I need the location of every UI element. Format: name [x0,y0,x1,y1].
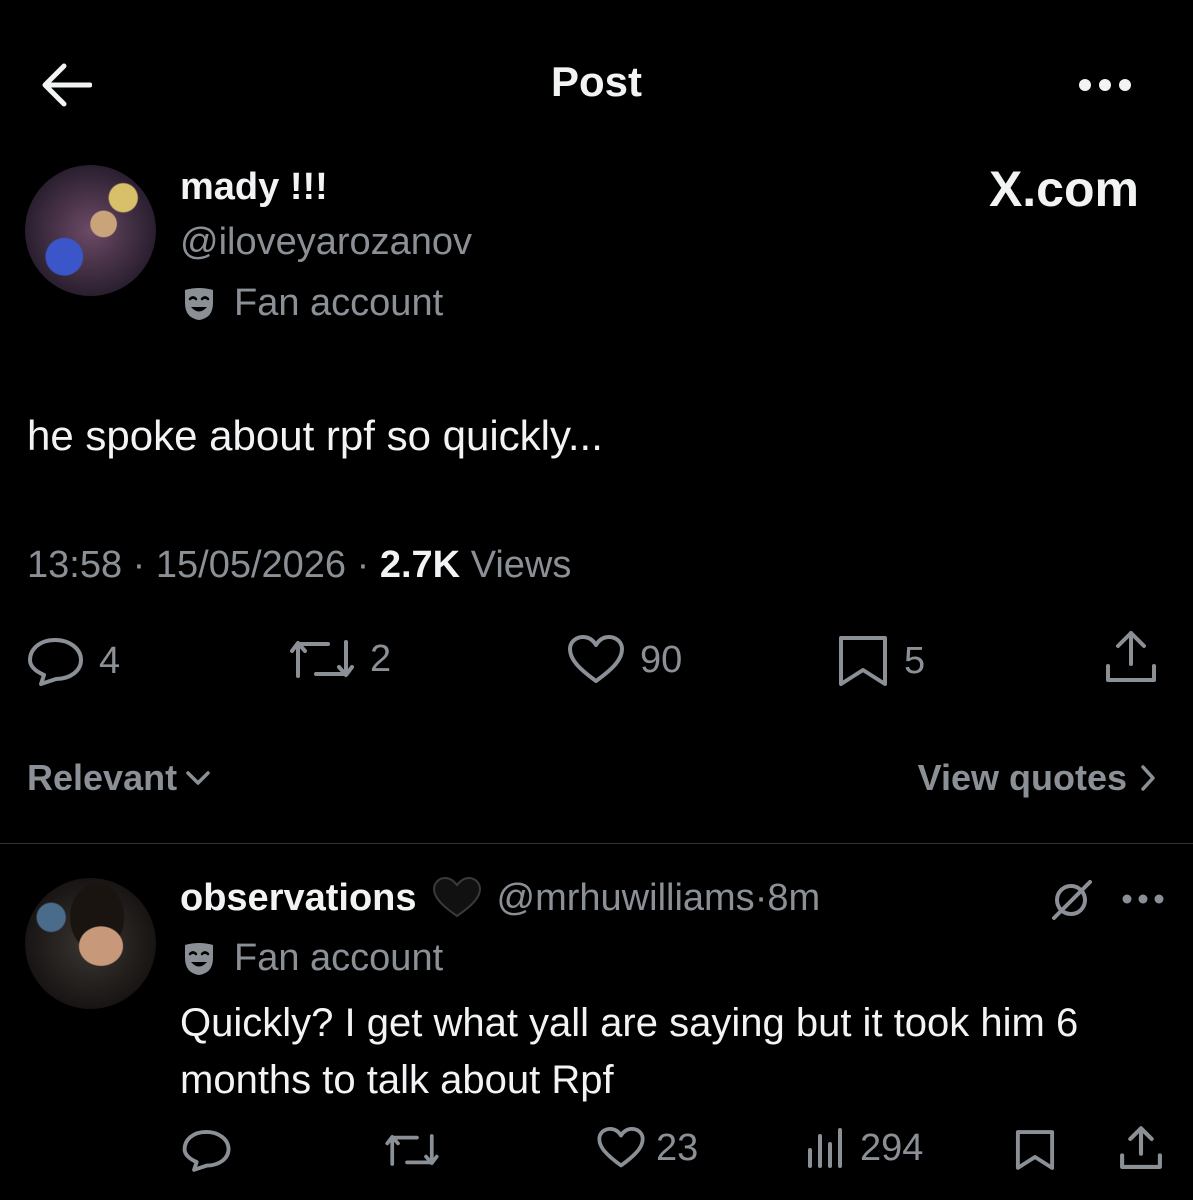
repost-icon [385,1134,439,1166]
brand-watermark: X.com [988,161,1139,217]
theater-mask-icon [185,942,213,975]
heart-icon [597,1126,645,1168]
author-name[interactable]: mady !!! [180,166,328,209]
bookmark-icon [1015,1130,1055,1170]
view-quotes-label: View quotes [917,757,1127,798]
grok-icon [1052,880,1092,920]
reply-author-handle[interactable]: @mrhuwilliams [497,877,755,920]
heart-icon [568,635,624,683]
analytics-icon [808,1128,842,1168]
sort-label: Relevant [27,757,178,798]
more-icon [1122,894,1164,904]
reply-fan-account-badge: Fan account [180,937,443,980]
fan-account-badge: Fan account [180,282,443,325]
theater-mask-icon [185,287,213,320]
repost-count: 2 [370,637,392,680]
reply-views-count: 294 [860,1126,924,1169]
share-icon [1106,631,1156,682]
separator: · [754,876,768,919]
post-text: he spoke about rpf so quickly... [27,412,603,459]
bookmark-button[interactable]: 5 [836,634,925,688]
sort-dropdown[interactable]: Relevant [27,757,211,799]
reply-age: 8m [767,876,821,919]
repost-icon [290,640,354,678]
chevron-down-icon [186,771,210,785]
views-count: 2.7K [379,544,461,586]
view-quotes-link[interactable]: View quotes [918,757,1157,799]
share-icon [1120,1126,1162,1169]
fan-account-label: Fan account [234,937,444,979]
reply-bookmark-button[interactable] [1014,1128,1056,1172]
more-icon [1079,79,1131,91]
views-label: Views [470,544,572,586]
separator: · [122,544,156,586]
reply-more-button[interactable] [1121,893,1165,905]
reply-author-name[interactable]: observations [180,877,417,920]
reply-share-button[interactable] [1118,1124,1164,1172]
reply-avatar[interactable] [25,878,156,1009]
like-button[interactable]: 90 [566,634,682,686]
more-options-button[interactable] [1078,78,1132,92]
reply-icon [28,638,83,686]
fan-account-label: Fan account [234,282,444,324]
reply-like-button[interactable]: 23 [596,1126,698,1170]
author-handle[interactable]: @iloveyarozanov [180,221,472,264]
bookmark-count: 5 [904,639,926,682]
reply-views-button[interactable]: 294 [806,1126,923,1170]
reply-text: Quickly? I get what yall are saying but … [180,1001,1079,1102]
reply-count: 4 [99,639,121,682]
share-button[interactable] [1103,628,1159,686]
chevron-right-icon [1141,765,1155,791]
post-meta: 13:58 · 15/05/2026 · 2.7K Views [27,544,571,587]
post-date: 15/05/2026 [155,544,347,586]
reply-like-count: 23 [656,1126,699,1169]
separator [460,544,471,587]
like-count: 90 [640,638,683,681]
divider [0,843,1193,844]
reply-icon [182,1129,231,1172]
reply-header: observations @mrhuwilliams · 8m [180,876,820,920]
avatar[interactable] [25,165,156,296]
reply-button[interactable]: 4 [27,636,120,686]
bookmark-icon [839,636,887,686]
page-title: Post [550,58,642,105]
reply-repost-button[interactable] [384,1130,440,1170]
grok-button[interactable] [1046,878,1096,922]
reply-reply-button[interactable] [182,1128,232,1172]
black-heart-icon [432,876,481,918]
post-time: 13:58 [27,544,123,586]
separator: · [346,544,380,586]
repost-button[interactable]: 2 [288,636,391,682]
